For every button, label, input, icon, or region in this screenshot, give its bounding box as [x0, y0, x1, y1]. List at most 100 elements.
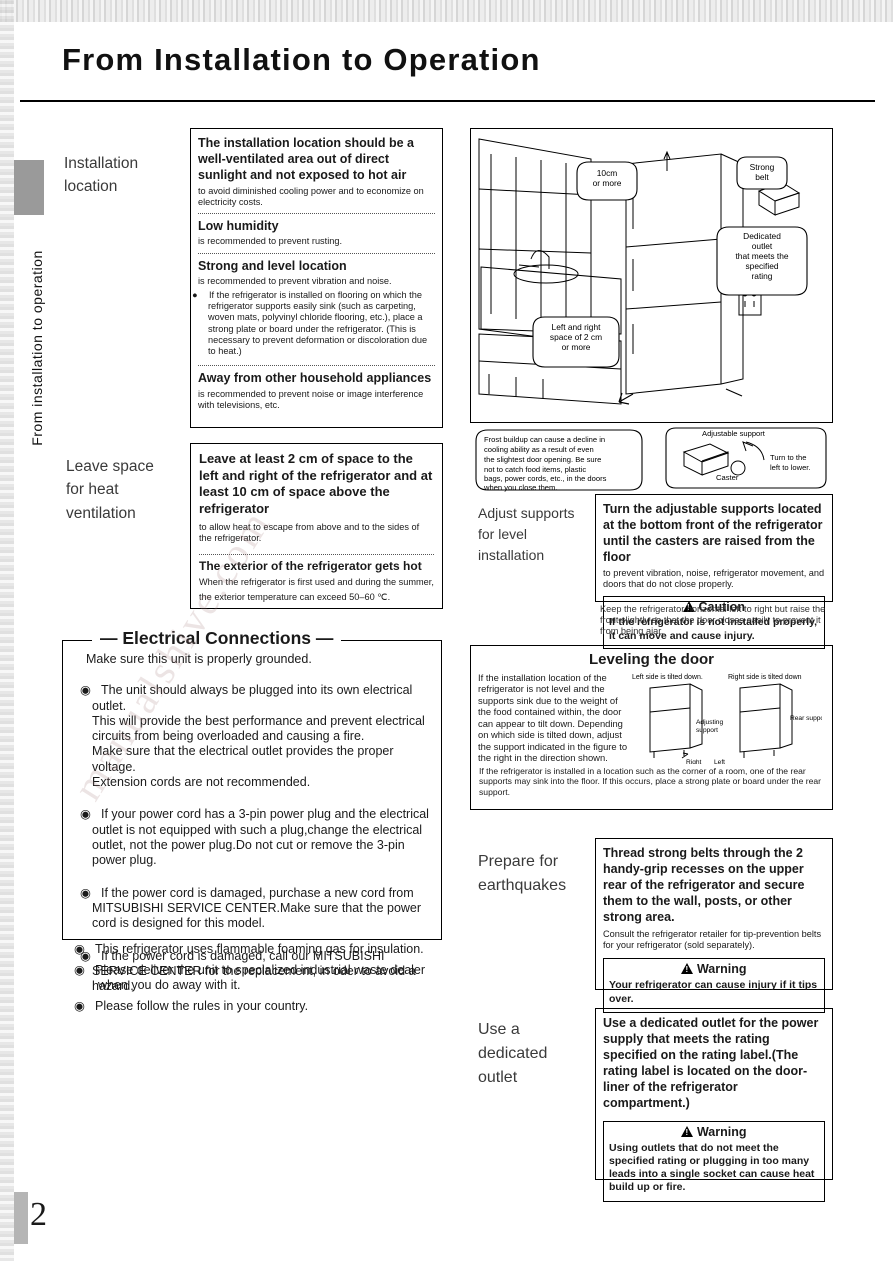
exterior-hot-body-2: the exterior temperature can exceed 50–6… [199, 591, 391, 602]
electrical-bullet-3: ◉ If the power cord is damaged, purchase … [80, 885, 422, 931]
frost-bubble-diagram: Frost buildup can cause a decline in coo… [475, 427, 827, 492]
leave-space-box: Leave at least 2 cm of space to the left… [190, 443, 443, 609]
bullet-icon: ◉ [74, 962, 85, 977]
earthquake-warning-text: Your refrigerator can cause injury if it… [609, 979, 818, 1005]
svg-text:or more: or more [593, 178, 622, 188]
adjust-supports-box: Turn the adjustable supports located at … [595, 494, 833, 649]
electrical-outside-bullets: ◉ This refrigerator uses flammable foamin… [74, 942, 440, 1015]
installation-location-label: Installation location [64, 155, 139, 196]
install-item-2-heading: Low humidity [198, 219, 279, 234]
side-tab-label: From installation to operation [29, 250, 45, 446]
bullet-icon: ◉ [80, 885, 91, 900]
outside-bullet-2: ◉ Please deliver the unit to specialized … [74, 962, 426, 993]
outlet-warning-title: Warning [609, 1125, 819, 1139]
installation-location-box: The installation location should be a we… [190, 128, 443, 428]
scan-noise-left [0, 0, 14, 1261]
footer-marker [14, 1192, 28, 1244]
install-item-2-body: is recommended to prevent rusting. [198, 236, 343, 247]
page-number: 2 [30, 1196, 47, 1233]
svg-text:left to lower.: left to lower. [770, 463, 811, 472]
install-item-3-body: is recommended to prevent vibration and … [198, 275, 392, 286]
svg-text:rating: rating [752, 271, 773, 281]
adjust-supports-heading: Turn the adjustable supports located at … [603, 502, 823, 564]
svg-text:Left: Left [714, 759, 725, 764]
svg-text:Strong: Strong [750, 162, 775, 172]
install-item-4-heading: Away from other household appliances [198, 371, 432, 386]
svg-text:that meets the: that meets the [735, 251, 788, 261]
exterior-hot-heading: The exterior of the refrigerator gets ho… [199, 558, 422, 573]
page-title: From Installation to Operation [62, 42, 541, 77]
svg-text:when you close them.: when you close them. [483, 483, 557, 492]
bullet-icon: ◉ [74, 942, 85, 956]
svg-text:Left side is tilted down.: Left side is tilted down. [632, 674, 703, 681]
adjust-supports-label: Adjust supports for level installation [478, 505, 575, 563]
kitchen-diagram: 10cmor more Strongbelt Dedicatedoutlet t… [478, 138, 808, 405]
electrical-connections-title: — Electrical Connections — [92, 628, 342, 649]
scan-noise-top [0, 0, 893, 22]
earthquake-label: Prepare for earthquakes [478, 853, 567, 894]
bullet-icon: ◉ [80, 807, 91, 822]
svg-text:Adjusting: Adjusting [696, 719, 723, 726]
install-item-3-heading: Strong and level location [198, 258, 347, 273]
outside-bullet-1: ◉ This refrigerator uses flammable foamin… [74, 942, 424, 956]
svg-text:belt: belt [755, 172, 769, 182]
warning-triangle-icon [681, 1126, 694, 1137]
svg-text:bags, power cords, etc., in th: bags, power cords, etc., in the doors [484, 474, 607, 483]
earthquake-warning-title: Warning [609, 962, 819, 976]
svg-text:Rear support: Rear support [790, 715, 822, 722]
svg-text:specified: specified [745, 261, 778, 271]
electrical-bullet-1: ◉ The unit should always be plugged into … [80, 683, 425, 789]
svg-text:Right: Right [686, 759, 702, 764]
leave-space-body: to allow heat to escape from above and t… [199, 521, 420, 543]
leave-space-label: Leave space for heat ventilation [66, 458, 154, 522]
frost-and-support-illustration: Frost buildup can cause a decline in coo… [470, 424, 833, 494]
install-item-4-body: is recommended to prevent noise or image… [198, 389, 424, 411]
manual-page: From Installation to Operation From inst… [0, 0, 893, 1261]
electrical-bullet-2: ◉ If your power cord has a 3-pin power pl… [80, 807, 429, 867]
svg-text:Frost buildup can cause a decl: Frost buildup can cause a decline in [484, 435, 605, 444]
install-item-1-heading: The installation location should be a we… [198, 136, 414, 182]
svg-text:Dedicated: Dedicated [743, 231, 781, 241]
svg-text:the slightest door opening. Be: the slightest door opening. Be sure [484, 455, 601, 464]
svg-text:cooling ability as a result of: cooling ability as a result of even [484, 445, 594, 454]
leveling-body: If the installation location of the refr… [478, 672, 628, 764]
title-divider [20, 100, 875, 102]
bullet-icon: ◉ [74, 998, 85, 1013]
title-dash-icon: — [100, 628, 118, 648]
exterior-hot-body-1: When the refrigerator is first used and … [199, 577, 434, 588]
leveling-door-box: Leveling the door If the installation lo… [470, 645, 833, 810]
installation-illustration: 10cm or more Strong belt Dedicated outlet t… [470, 128, 833, 423]
leveling-footnote: If the refrigerator is installed in a lo… [479, 766, 822, 797]
adjust-supports-body: to prevent vibration, noise, refrigerato… [603, 568, 825, 590]
bullet-icon: ● [192, 289, 198, 300]
earthquake-heading: Thread strong belts through the 2 handy-… [603, 846, 805, 924]
dedicated-outlet-label: Use a dedicated outlet [478, 1021, 548, 1086]
svg-text:Turn to the: Turn to the [770, 453, 806, 462]
svg-text:Right side is tilted down: Right side is tilted down [728, 674, 802, 681]
svg-text:10cm: 10cm [597, 168, 618, 178]
adjust-supports-footnote: Keep the refrigerator horizontal left to… [600, 604, 826, 637]
svg-text:or more: or more [562, 342, 591, 352]
bullet-icon: ◉ [80, 683, 91, 698]
leave-space-heading: Leave at least 2 cm of space to the left… [199, 451, 433, 516]
earthquake-box: Thread strong belts through the 2 handy-… [595, 838, 833, 1013]
side-tab-marker [14, 160, 44, 215]
svg-text:Caster: Caster [716, 473, 739, 482]
svg-text:support: support [696, 727, 718, 734]
title-dash-icon-2: — [315, 628, 334, 648]
svg-text:not to catch food items, plast: not to catch food items, plastic [484, 465, 586, 474]
dedicated-outlet-box: Use a dedicated outlet for the power sup… [595, 1008, 833, 1202]
install-item-1-body: to avoid diminished cooling power and to… [198, 186, 424, 208]
dedicated-outlet-heading: Use a dedicated outlet for the power sup… [603, 1016, 819, 1110]
svg-text:Adjustable support: Adjustable support [702, 429, 766, 438]
leveling-title: Leveling the door [588, 651, 714, 668]
svg-text:Left and right: Left and right [552, 322, 602, 332]
outside-bullet-3: ◉ Please follow the rules in your country… [74, 998, 309, 1013]
electrical-intro: Make sure this unit is properly grounded… [86, 652, 312, 666]
leveling-figure: Left side is tilted down. Right side is … [632, 674, 822, 764]
earthquake-body: Consult the refrigerator retailer for ti… [603, 929, 822, 951]
install-item-3-note: ● If the refrigerator is installed on flo… [192, 289, 428, 356]
svg-text:outlet: outlet [752, 241, 773, 251]
outlet-warning-text: Using outlets that do not meet the speci… [609, 1142, 815, 1194]
warning-triangle-icon [681, 963, 694, 975]
